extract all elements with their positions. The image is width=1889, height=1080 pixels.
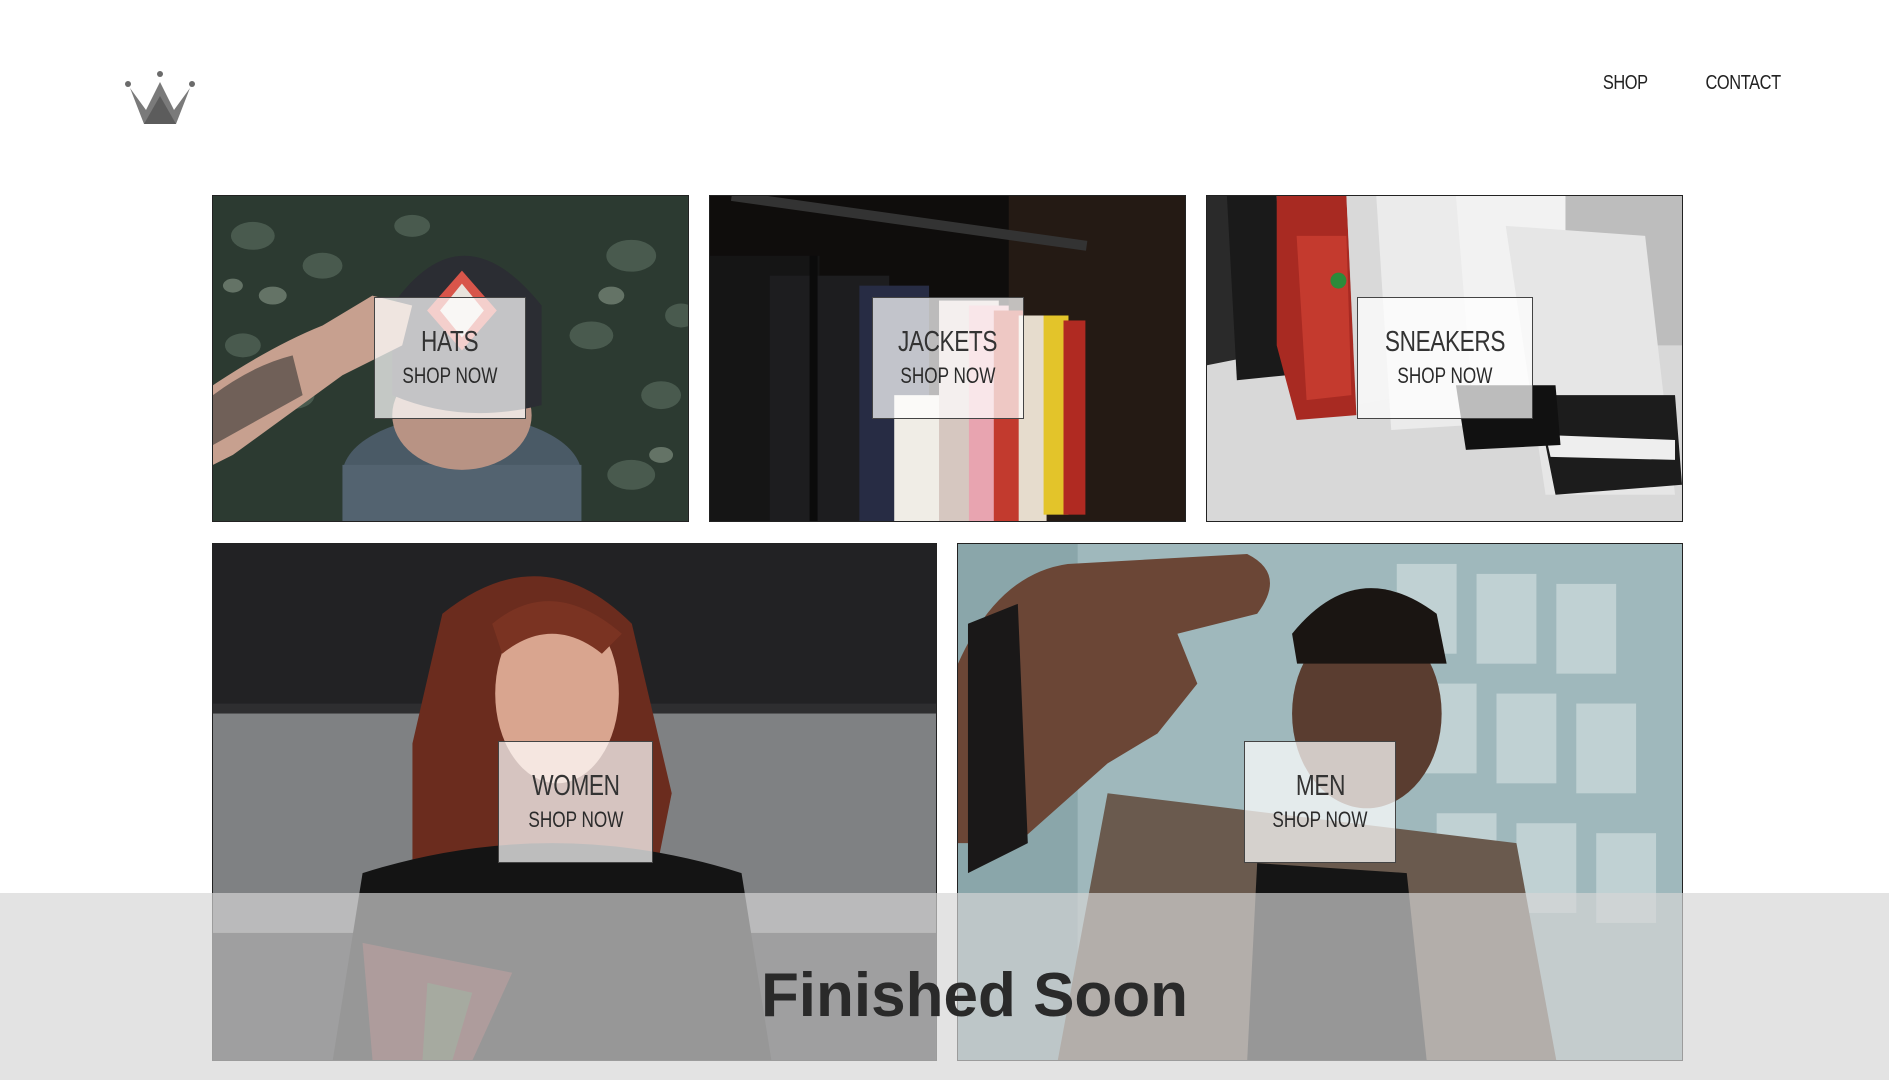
category-title: HATS: [421, 325, 479, 358]
category-title: WOMEN: [531, 769, 620, 802]
jackets-label-box[interactable]: JACKETS SHOP NOW: [872, 297, 1024, 419]
women-label-box[interactable]: WOMEN SHOP NOW: [498, 741, 653, 863]
nav-contact-link[interactable]: CONTACT: [1706, 72, 1782, 95]
men-label-box[interactable]: MEN SHOP NOW: [1244, 741, 1396, 863]
shop-now-link[interactable]: SHOP NOW: [1397, 363, 1492, 389]
category-tile-hats[interactable]: HATS SHOP NOW: [212, 195, 689, 522]
nav-shop-link[interactable]: SHOP: [1602, 72, 1647, 95]
category-tile-jackets[interactable]: JACKETS SHOP NOW: [709, 195, 1186, 522]
shop-now-link[interactable]: SHOP NOW: [1272, 807, 1367, 833]
shop-now-link[interactable]: SHOP NOW: [402, 363, 497, 389]
coming-soon-banner: Finished Soon: [0, 893, 1889, 1080]
shop-now-link[interactable]: SHOP NOW: [900, 363, 995, 389]
hats-label-box[interactable]: HATS SHOP NOW: [374, 297, 526, 419]
category-title: MEN: [1295, 769, 1345, 802]
category-title: JACKETS: [898, 325, 998, 358]
category-tile-sneakers[interactable]: SNEAKERS SHOP NOW: [1206, 195, 1683, 522]
page: SHOP CONTACT HATS SHOP NOW JACKETS SHOP …: [0, 0, 1889, 1080]
main-nav: SHOP CONTACT: [1593, 72, 1781, 95]
sneakers-label-box[interactable]: SNEAKERS SHOP NOW: [1357, 297, 1533, 419]
crown-icon[interactable]: [124, 70, 196, 126]
category-title: SNEAKERS: [1384, 325, 1506, 358]
banner-text: Finished Soon: [760, 961, 1189, 1030]
shop-now-link[interactable]: SHOP NOW: [528, 807, 623, 833]
